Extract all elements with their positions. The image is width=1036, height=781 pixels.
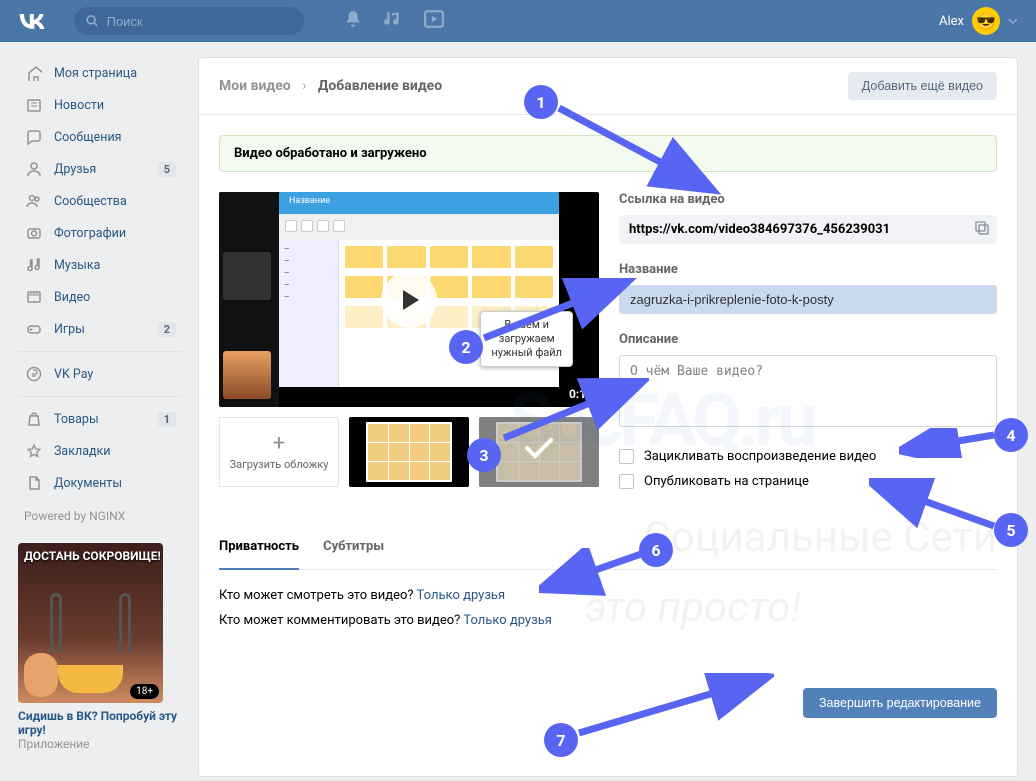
sidebar-item-label: Товары — [54, 412, 99, 427]
home-icon — [24, 63, 44, 83]
sidebar-item-label: Видео — [54, 290, 90, 305]
add-more-video-button[interactable]: Добавить ещё видео — [848, 72, 997, 100]
sidebar-item-music[interactable]: Музыка — [18, 249, 182, 281]
annotation-bubble-3: 3 — [467, 438, 501, 472]
badge: 1 — [158, 412, 176, 427]
annotation-arrow-1 — [554, 103, 734, 203]
annotation-arrow-7 — [574, 673, 774, 743]
sidebar-item-label: Закладки — [54, 444, 111, 459]
annotation-arrow-3 — [499, 378, 649, 448]
search-input[interactable] — [107, 14, 292, 29]
powered-by: Powered by NGINX — [18, 499, 182, 533]
sidebar-item-label: Сообщества — [54, 194, 127, 209]
gamepad-icon — [24, 319, 44, 339]
description-input[interactable] — [619, 355, 997, 427]
breadcrumb-parent[interactable]: Мои видео — [219, 78, 291, 94]
annotation-arrow-5 — [869, 478, 999, 538]
play-icon[interactable] — [381, 272, 437, 328]
breadcrumb: Мои видео › Добавление видео — [219, 78, 442, 94]
plus-icon: + — [273, 434, 285, 454]
music-icon[interactable] — [384, 10, 402, 32]
message-icon — [24, 127, 44, 147]
sidebar-item-message[interactable]: Сообщения — [18, 121, 182, 153]
users-icon — [24, 191, 44, 211]
bag-icon — [24, 409, 44, 429]
chevron-down-icon — [1008, 18, 1018, 24]
sidebar: Моя страница Новости Сообщения Друзья 5 Сообщ… — [18, 57, 182, 777]
star-icon — [24, 441, 44, 461]
sidebar-item-camera[interactable]: Фотографии — [18, 217, 182, 249]
search-icon — [86, 14, 99, 28]
publish-checkbox[interactable] — [619, 474, 634, 489]
breadcrumb-current: Добавление видео — [318, 78, 442, 94]
sidebar-item-home[interactable]: Моя страница — [18, 57, 182, 89]
sidebar-item-document[interactable]: Документы — [18, 467, 182, 499]
user-icon — [24, 159, 44, 179]
sidebar-item-star[interactable]: Закладки — [18, 435, 182, 467]
sidebar-item-bag[interactable]: Товары 1 — [18, 403, 182, 435]
top-header: Alex 😎 — [0, 0, 1036, 42]
vk-logo[interactable] — [18, 7, 46, 35]
loop-checkbox[interactable] — [619, 449, 634, 464]
badge: 2 — [158, 322, 176, 337]
ad-subtitle: Приложение — [18, 737, 182, 751]
description-label: Описание — [619, 332, 997, 347]
main-panel: Мои видео › Добавление видео Добавить ещ… — [198, 57, 1018, 777]
privacy-comment-link[interactable]: Только друзья — [463, 613, 552, 628]
ad-image: ДОСТАНЬ СОКРОВИЩЕ! 18+ — [18, 543, 163, 703]
sidebar-item-video[interactable]: Видео — [18, 281, 182, 313]
annotation-bubble-1: 1 — [524, 85, 558, 119]
video-link-field: https://vk.com/video384697376_456239031 — [619, 215, 997, 244]
ad-title: Сидишь в ВК? Попробуй эту игру! — [18, 703, 182, 737]
search-box[interactable] — [74, 7, 304, 35]
annotation-bubble-7: 7 — [544, 723, 578, 757]
upload-cover-button[interactable]: + Загрузить обложку — [219, 417, 339, 487]
sidebar-item-user[interactable]: Друзья 5 — [18, 153, 182, 185]
annotation-arrow-6 — [539, 548, 649, 598]
sidebar-item-label: Игры — [54, 322, 85, 337]
annotation-arrow-4 — [899, 428, 999, 458]
sidebar-item-users[interactable]: Сообщества — [18, 185, 182, 217]
privacy-comment-row: Кто может комментировать это видео? Толь… — [219, 613, 997, 628]
annotation-bubble-6: 6 — [639, 533, 673, 567]
user-name: Alex — [939, 14, 964, 29]
tab-subtitles[interactable]: Субтитры — [323, 539, 384, 570]
title-input[interactable] — [619, 285, 997, 314]
sidebar-item-label: Моя страница — [54, 66, 137, 81]
sidebar-item-label: Сообщения — [54, 130, 122, 145]
music-icon — [24, 255, 44, 275]
tab-privacy[interactable]: Приватность — [219, 539, 299, 570]
user-menu[interactable]: Alex 😎 — [939, 7, 1018, 35]
video-header-icon[interactable] — [424, 10, 444, 32]
sidebar-item-label: VK Pay — [54, 367, 93, 382]
avatar: 😎 — [972, 7, 1000, 35]
badge: 5 — [158, 162, 176, 177]
camera-icon — [24, 223, 44, 243]
annotation-arrow-2 — [479, 278, 639, 348]
news-icon — [24, 95, 44, 115]
copy-icon[interactable] — [975, 221, 989, 239]
ad-block[interactable]: ДОСТАНЬ СОКРОВИЩЕ! 18+ Сидишь в ВК? Попр… — [18, 543, 182, 751]
annotation-bubble-4: 4 — [994, 418, 1028, 452]
video-icon — [24, 287, 44, 307]
annotation-bubble-5: 5 — [994, 513, 1028, 547]
sidebar-item-label: Друзья — [54, 162, 96, 177]
sidebar-item-label: Документы — [54, 476, 122, 491]
sidebar-item-label: Музыка — [54, 258, 100, 273]
privacy-view-link[interactable]: Только друзья — [417, 588, 506, 603]
thumbnail-1[interactable] — [349, 417, 469, 487]
sidebar-item-ruble[interactable]: VK Pay — [18, 358, 182, 390]
sidebar-item-gamepad[interactable]: Игры 2 — [18, 313, 182, 345]
title-label: Название — [619, 262, 997, 277]
finish-editing-button[interactable]: Завершить редактирование — [803, 688, 997, 718]
ruble-icon — [24, 364, 44, 384]
sidebar-item-news[interactable]: Новости — [18, 89, 182, 121]
document-icon — [24, 473, 44, 493]
sidebar-item-label: Фотографии — [54, 226, 126, 241]
bell-icon[interactable] — [344, 10, 362, 32]
sidebar-item-label: Новости — [54, 98, 104, 113]
annotation-bubble-2: 2 — [449, 330, 483, 364]
